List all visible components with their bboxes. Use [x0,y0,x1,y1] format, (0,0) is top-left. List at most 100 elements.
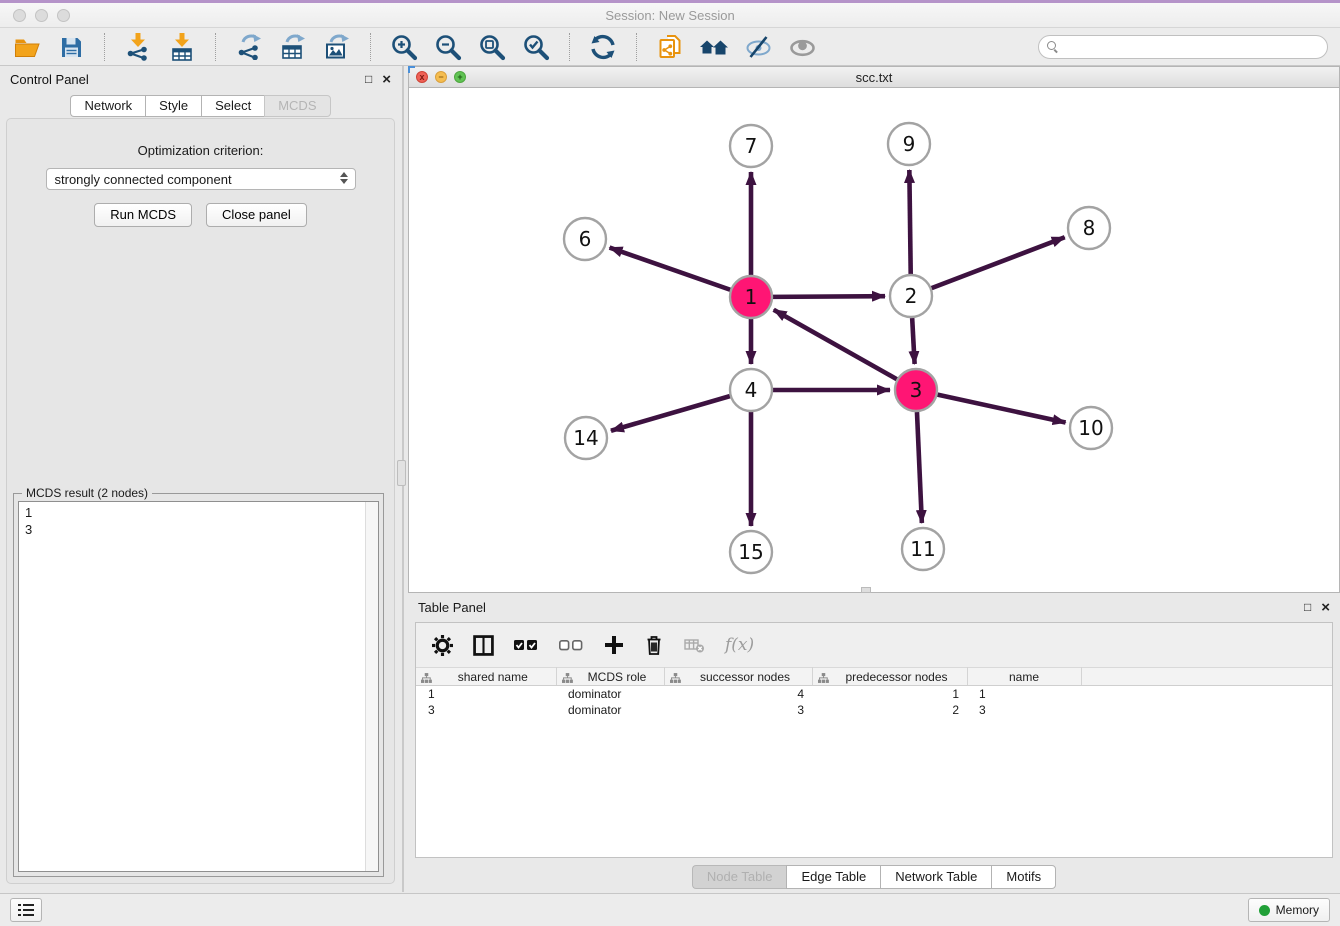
network-resize-handle[interactable] [861,587,871,593]
mcds-result-area[interactable]: 1 3 [18,501,379,872]
save-floppy-icon [59,35,83,59]
search-input[interactable] [1059,37,1327,57]
tab-motifs[interactable]: Motifs [991,865,1056,889]
table-cell[interactable]: dominator [556,702,664,718]
network-window: x − + scc.txt 1234678910111415 [408,66,1340,593]
import-table-button[interactable] [165,31,199,63]
mcds-result-text: 1 3 [19,502,378,540]
graph-edge-1-2[interactable] [773,296,885,297]
table-cell[interactable]: 1 [812,686,967,702]
search-icon [1047,41,1059,53]
tab-edge-table[interactable]: Edge Table [786,865,880,889]
optimization-criterion-select[interactable]: strongly connected component [46,168,356,190]
graph-node-10[interactable]: 10 [1070,407,1112,449]
show-task-history-button[interactable] [10,898,42,922]
table-cell[interactable]: 1 [967,686,1081,702]
show-all-button[interactable] [785,31,819,63]
graph-node-4[interactable]: 4 [730,369,772,411]
graph-node-1[interactable]: 1 [730,276,772,318]
table-panel-float-button[interactable]: □ [1304,601,1311,614]
control-panel-float-button[interactable]: □ [365,73,372,86]
column-header-name[interactable]: name [967,668,1081,686]
create-column-button[interactable] [604,632,624,658]
save-session-button[interactable] [54,31,88,63]
unchecked-boxes-icon [559,637,584,653]
column-header-predecessor-nodes[interactable]: predecessor nodes [812,668,967,686]
table-cell[interactable]: 1 [416,686,556,702]
unselect-all-columns-button[interactable] [559,632,584,658]
zoom-selected-icon [522,33,550,61]
tab-node-table[interactable]: Node Table [692,865,787,889]
graph-node-14[interactable]: 14 [565,417,607,459]
zoom-selected-button[interactable] [519,31,553,63]
svg-text:8: 8 [1083,216,1096,240]
tab-mcds[interactable]: MCDS [264,95,330,117]
toolbar-separator [104,33,105,61]
zoom-out-button[interactable] [431,31,465,63]
graph-node-3[interactable]: 3 [895,369,937,411]
graph-node-8[interactable]: 8 [1068,207,1110,249]
close-panel-button[interactable]: Close panel [206,203,307,227]
zoom-in-button[interactable] [387,31,421,63]
column-header-shared-name[interactable]: shared name [416,668,556,686]
tab-select[interactable]: Select [201,95,264,117]
graph-edge-4-14[interactable] [611,396,730,431]
memory-button[interactable]: Memory [1248,898,1330,922]
column-header-mcds-role[interactable]: MCDS role [556,668,664,686]
table-row[interactable]: 1dominator411 [416,686,1332,702]
clone-network-button[interactable] [653,31,687,63]
first-neighbors-button[interactable] [697,31,731,63]
export-image-button[interactable] [320,31,354,63]
refresh-view-button[interactable] [586,31,620,63]
tab-network-table[interactable]: Network Table [880,865,991,889]
tab-style[interactable]: Style [145,95,201,117]
graph-node-15[interactable]: 15 [730,531,772,573]
network-canvas[interactable]: 1 2 3 4 6 7 8 9 10 11 14 15 [409,88,1339,592]
graph-node-2[interactable]: 2 [890,275,932,317]
open-session-button[interactable] [10,31,44,63]
export-network-button[interactable] [232,31,266,63]
delete-table-button[interactable] [684,632,705,658]
select-stepper-icon [340,172,348,184]
show-column-panel-button[interactable] [473,632,494,658]
panel-divider-handle[interactable] [397,460,406,486]
svg-text:7: 7 [745,134,758,158]
graph-node-6[interactable]: 6 [564,218,606,260]
table-options-button[interactable] [432,632,453,658]
graph-edge-2-3[interactable] [912,318,914,364]
table-cell[interactable]: 2 [812,702,967,718]
table-cell[interactable]: 4 [664,686,812,702]
graph-node-9[interactable]: 9 [888,123,930,165]
column-header-successor-nodes[interactable]: successor nodes [664,668,812,686]
import-network-button[interactable] [121,31,155,63]
graph-edge-1-6[interactable] [610,248,731,290]
mcds-result-scrollbar[interactable] [365,502,378,871]
graph-edge-2-8[interactable] [932,237,1065,288]
search-field[interactable] [1038,35,1328,59]
table-cell[interactable]: 3 [967,702,1081,718]
zoom-fit-button[interactable] [475,31,509,63]
graph-edge-3-1[interactable] [774,310,897,379]
table-cell[interactable]: 3 [416,702,556,718]
function-builder-button[interactable]: f(x) [725,632,754,658]
graph-edge-3-10[interactable] [937,395,1065,423]
delete-columns-button[interactable] [644,632,664,658]
hide-selected-button[interactable] [741,31,775,63]
graph-node-7[interactable]: 7 [730,125,772,167]
graph-edge-3-11[interactable] [917,412,922,523]
table-row[interactable]: 3dominator323 [416,702,1332,718]
select-all-columns-button[interactable] [514,632,539,658]
node-table-frame: f(x) shared name MCDS role [415,622,1333,858]
control-panel-close-button[interactable]: × [382,73,391,86]
tab-network[interactable]: Network [70,95,145,117]
table-cell[interactable]: 3 [664,702,812,718]
table-cell[interactable]: dominator [556,686,664,702]
app-titlebar: Session: New Session [0,3,1340,28]
table-panel-close-button[interactable]: × [1321,601,1330,614]
graph-edge-2-9[interactable] [909,170,910,274]
graph-node-11[interactable]: 11 [902,528,944,570]
export-table-button[interactable] [276,31,310,63]
run-mcds-button[interactable]: Run MCDS [94,203,192,227]
svg-text:11: 11 [910,537,935,561]
gear-icon [432,635,453,656]
